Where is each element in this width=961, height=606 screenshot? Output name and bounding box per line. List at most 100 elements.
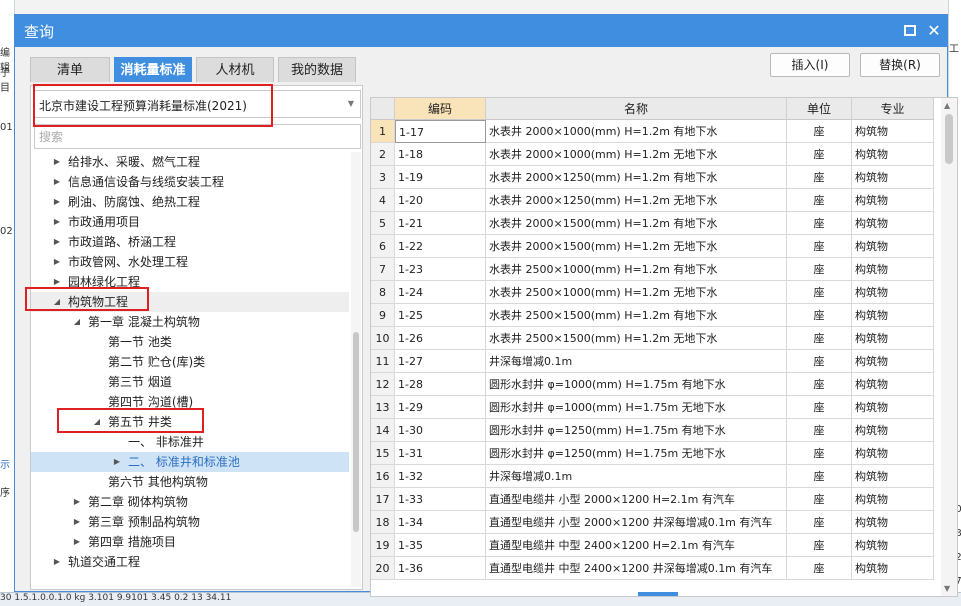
tree-scrollbar[interactable] — [351, 152, 361, 587]
code-cell[interactable]: 1-34 — [395, 511, 486, 534]
tree-node[interactable]: 第四节 沟道(槽) — [31, 392, 349, 412]
code-cell[interactable]: 1-33 — [395, 488, 486, 511]
tree-node[interactable]: ▶ 第三章 预制品构筑物 — [31, 512, 349, 532]
unit-cell[interactable]: 座 — [787, 166, 852, 189]
tab-my-data[interactable]: 我的数据 — [278, 57, 356, 82]
grid-scrollbar[interactable]: ▲ ▼ — [941, 98, 957, 596]
table-row[interactable]: 14 1-30 圆形水封井 φ=1250(mm) H=1.75m 有地下水座构筑物 — [371, 419, 941, 442]
tree-node[interactable]: 一、 非标准井 — [31, 432, 349, 452]
name-cell[interactable]: 水表井 2500×1500(mm) H=1.2m 无地下水 — [486, 327, 787, 350]
tree-node[interactable]: ◢ 第一章 混凝土构筑物 — [31, 312, 349, 332]
specialty-cell[interactable]: 构筑物 — [852, 419, 934, 442]
row-number-cell[interactable]: 19 — [371, 534, 395, 557]
row-number-cell[interactable]: 20 — [371, 557, 395, 580]
specialty-cell[interactable]: 构筑物 — [852, 304, 934, 327]
expand-arrow-icon[interactable]: ▶ — [71, 512, 83, 532]
row-number-cell[interactable]: 6 — [371, 235, 395, 258]
specialty-cell[interactable]: 构筑物 — [852, 488, 934, 511]
unit-cell[interactable]: 座 — [787, 488, 852, 511]
tree-node[interactable]: ◢ 构筑物工程 — [31, 292, 349, 312]
table-row[interactable]: 9 1-25 水表井 2500×1500(mm) H=1.2m 有地下水座构筑物 — [371, 304, 941, 327]
unit-cell[interactable]: 座 — [787, 258, 852, 281]
maximize-icon[interactable] — [901, 22, 919, 40]
expand-arrow-icon[interactable]: ▶ — [51, 152, 63, 172]
row-number-cell[interactable]: 14 — [371, 419, 395, 442]
table-row[interactable]: 20 1-36 直通型电缆井 中型 2400×1200 井深每增减0.1m 有汽车座… — [371, 557, 941, 580]
replace-button[interactable]: 替换(R) — [860, 53, 940, 77]
specialty-cell[interactable]: 构筑物 — [852, 465, 934, 488]
tree-node[interactable]: ▶ 市政道路、桥涵工程 — [31, 232, 349, 252]
tree-node[interactable]: ▶ 二、 标准井和标准池 — [31, 452, 349, 472]
unit-cell[interactable]: 座 — [787, 235, 852, 258]
name-cell[interactable]: 水表井 2000×1000(mm) H=1.2m 有地下水 — [486, 120, 787, 143]
unit-cell[interactable]: 座 — [787, 511, 852, 534]
table-row[interactable]: 8 1-24 水表井 2500×1000(mm) H=1.2m 无地下水座构筑物 — [371, 281, 941, 304]
dialog-titlebar[interactable]: 查询 ✕ — [15, 15, 947, 47]
row-number-cell[interactable]: 11 — [371, 350, 395, 373]
name-cell[interactable]: 水表井 2500×1000(mm) H=1.2m 有地下水 — [486, 258, 787, 281]
name-cell[interactable]: 水表井 2500×1500(mm) H=1.2m 有地下水 — [486, 304, 787, 327]
code-cell[interactable]: 1-25 — [395, 304, 486, 327]
unit-cell[interactable]: 座 — [787, 304, 852, 327]
collapse-arrow-icon[interactable]: ◢ — [91, 412, 103, 432]
specialty-cell[interactable]: 构筑物 — [852, 442, 934, 465]
table-row[interactable]: 1 1-17 水表井 2000×1000(mm) H=1.2m 有地下水座构筑物 — [371, 120, 941, 143]
tree-node[interactable]: ▶ 市政管网、水处理工程 — [31, 252, 349, 272]
expand-arrow-icon[interactable]: ▶ — [111, 452, 123, 472]
row-number-cell[interactable]: 17 — [371, 488, 395, 511]
code-cell[interactable]: 1-29 — [395, 396, 486, 419]
row-number-cell[interactable]: 12 — [371, 373, 395, 396]
row-number-cell[interactable]: 16 — [371, 465, 395, 488]
tree-node[interactable]: ▶ 刷油、防腐蚀、绝热工程 — [31, 192, 349, 212]
tree-node[interactable]: ▶ 给排水、采暖、燃气工程 — [31, 152, 349, 172]
unit-cell[interactable]: 座 — [787, 189, 852, 212]
row-number-cell[interactable]: 4 — [371, 189, 395, 212]
unit-cell[interactable]: 座 — [787, 281, 852, 304]
code-cell[interactable]: 1-17 — [395, 120, 486, 143]
specialty-cell[interactable]: 构筑物 — [852, 327, 934, 350]
name-cell[interactable]: 圆形水封井 φ=1250(mm) H=1.75m 无地下水 — [486, 442, 787, 465]
header-row-number[interactable] — [371, 98, 395, 120]
expand-arrow-icon[interactable]: ▶ — [51, 272, 63, 292]
expand-arrow-icon[interactable]: ▶ — [51, 172, 63, 192]
specialty-cell[interactable]: 构筑物 — [852, 511, 934, 534]
name-cell[interactable]: 直通型电缆井 中型 2400×1200 井深每增减0.1m 有汽车 — [486, 557, 787, 580]
tree-node[interactable]: ▶ 第二章 砌体构筑物 — [31, 492, 349, 512]
code-cell[interactable]: 1-27 — [395, 350, 486, 373]
name-cell[interactable]: 水表井 2000×1500(mm) H=1.2m 无地下水 — [486, 235, 787, 258]
table-row[interactable]: 4 1-20 水表井 2000×1250(mm) H=1.2m 无地下水座构筑物 — [371, 189, 941, 212]
name-cell[interactable]: 圆形水封井 φ=1000(mm) H=1.75m 有地下水 — [486, 373, 787, 396]
unit-cell[interactable]: 座 — [787, 557, 852, 580]
tree-node[interactable]: ◢ 第五节 井类 — [31, 412, 349, 432]
tree-node[interactable]: ▶ 园林绿化工程 — [31, 272, 349, 292]
header-specialty[interactable]: 专业 — [852, 98, 934, 120]
specialty-cell[interactable]: 构筑物 — [852, 258, 934, 281]
unit-cell[interactable]: 座 — [787, 465, 852, 488]
code-cell[interactable]: 1-35 — [395, 534, 486, 557]
row-number-cell[interactable]: 7 — [371, 258, 395, 281]
unit-cell[interactable]: 座 — [787, 143, 852, 166]
name-cell[interactable]: 井深每增减0.1m — [486, 350, 787, 373]
standard-select[interactable]: 北京市建设工程预算消耗量标准(2021) ▼ — [34, 90, 361, 118]
row-number-cell[interactable]: 8 — [371, 281, 395, 304]
table-row[interactable]: 12 1-28 圆形水封井 φ=1000(mm) H=1.75m 有地下水座构筑物 — [371, 373, 941, 396]
specialty-cell[interactable]: 构筑物 — [852, 350, 934, 373]
insert-button[interactable]: 插入(I) — [770, 53, 850, 77]
row-number-cell[interactable]: 15 — [371, 442, 395, 465]
table-row[interactable]: 15 1-31 圆形水封井 φ=1250(mm) H=1.75m 无地下水座构筑物 — [371, 442, 941, 465]
code-cell[interactable]: 1-30 — [395, 419, 486, 442]
unit-cell[interactable]: 座 — [787, 396, 852, 419]
tree-node[interactable]: ▶ 第四章 措施项目 — [31, 532, 349, 552]
tree-node[interactable]: 第六节 其他构筑物 — [31, 472, 349, 492]
unit-cell[interactable]: 座 — [787, 419, 852, 442]
code-cell[interactable]: 1-26 — [395, 327, 486, 350]
name-cell[interactable]: 水表井 2500×1000(mm) H=1.2m 无地下水 — [486, 281, 787, 304]
unit-cell[interactable]: 座 — [787, 534, 852, 557]
unit-cell[interactable]: 座 — [787, 373, 852, 396]
code-cell[interactable]: 1-23 — [395, 258, 486, 281]
specialty-cell[interactable]: 构筑物 — [852, 534, 934, 557]
specialty-cell[interactable]: 构筑物 — [852, 143, 934, 166]
row-number-cell[interactable]: 1 — [371, 120, 395, 143]
specialty-cell[interactable]: 构筑物 — [852, 166, 934, 189]
tree-scrollbar-thumb[interactable] — [353, 332, 359, 532]
